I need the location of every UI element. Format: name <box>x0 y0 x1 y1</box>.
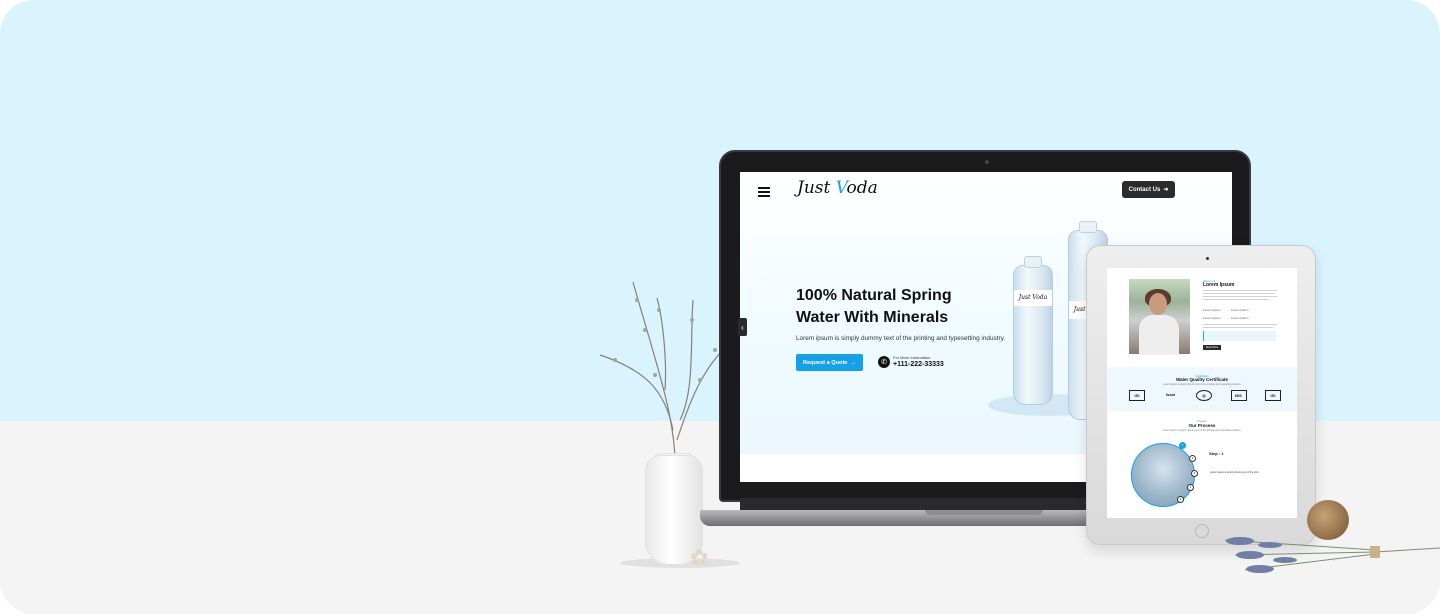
seal-logo: ◎ <box>1196 390 1212 401</box>
tablet-website: About Us Lorem Ipsum Lorem Ipsum Lorem I… <box>1107 268 1297 518</box>
process-title: Our Process <box>1188 423 1216 428</box>
site-logo[interactable]: Just Voda <box>797 178 878 198</box>
process-step-dot[interactable]: 1 <box>1179 442 1186 449</box>
process-image <box>1131 443 1195 507</box>
process-step-dot[interactable]: 3 <box>1191 470 1198 477</box>
certificate-logos: ISI fssai ◎ BIS ISI <box>1129 390 1281 401</box>
hero-title: 100% Natural Spring Water With Minerals <box>796 287 952 326</box>
phone-number[interactable]: +111-222-33333 <box>893 361 944 368</box>
check-item: Lorem Ipsum <box>1203 308 1221 312</box>
bottle-label: Just Voda <box>1014 290 1052 306</box>
succulent-icon: ✿ <box>690 545 709 570</box>
process-step-dot[interactable]: 4 <box>1187 484 1194 491</box>
mockup-scene: ✿ Just Voda Contact Us ➜ 100% Natural Sp… <box>0 0 1440 614</box>
contact-us-label: Contact Us <box>1128 186 1161 193</box>
text-line <box>1203 296 1277 297</box>
phone-icon: ✆ <box>878 356 890 368</box>
certificate-title: Water Quality Certificate <box>1175 377 1229 382</box>
arrow-right-icon: → <box>850 359 857 366</box>
chevron-left-icon[interactable]: ‹ <box>738 318 747 336</box>
isi-logo: ISI <box>1265 390 1281 401</box>
check-item: Lorem Ipsum <box>1203 316 1221 320</box>
check-item: Lorem Ipsum <box>1231 308 1249 312</box>
contact-us-button[interactable]: Contact Us ➜ <box>1122 181 1175 198</box>
fssai-logo: fssai <box>1165 392 1176 397</box>
step-heading: Lorem ipsum is simply dummy text of the … <box>1210 471 1259 474</box>
step-label: Step : 1 <box>1209 451 1224 456</box>
text-line <box>1203 293 1275 294</box>
hero-subtitle: Lorem ipsum is simply dummy text of the … <box>796 335 1006 342</box>
read-more-button[interactable]: Read More <box>1203 345 1221 350</box>
laptop-camera <box>985 160 989 164</box>
text-line <box>1203 299 1269 300</box>
tablet-camera <box>1206 257 1209 260</box>
process-step-dot[interactable]: 5 <box>1177 496 1184 503</box>
tablet-frame: About Us Lorem Ipsum Lorem Ipsum Lorem I… <box>1086 245 1316 545</box>
request-quote-button[interactable]: Request a Quote → <box>796 354 863 371</box>
text-line <box>1203 327 1273 328</box>
request-quote-label: Request a Quote <box>802 359 848 366</box>
arrow-right-icon: ➜ <box>1163 187 1169 193</box>
laptop-notch <box>925 510 1043 515</box>
bis-logo: BIS <box>1230 390 1247 401</box>
about-title: Lorem Ipsum <box>1203 282 1235 288</box>
isi-logo: ISI <box>1129 390 1145 401</box>
bottle-cap <box>1079 221 1097 233</box>
text-line <box>1203 290 1277 291</box>
about-quote <box>1203 331 1276 341</box>
twine-ball <box>1307 500 1349 540</box>
bottle-cap <box>1024 256 1042 268</box>
about-photo <box>1129 279 1190 355</box>
small-bottle: Just Voda <box>1013 256 1053 405</box>
certificate-section <box>1107 367 1297 411</box>
tablet-home-button[interactable] <box>1195 524 1209 538</box>
process-subtitle: Lorem ipsum is simply dummy text of the … <box>1162 429 1242 432</box>
check-item: Lorem Ipsum <box>1231 316 1249 320</box>
process-step-dot[interactable]: 2 <box>1189 455 1196 462</box>
hamburger-icon[interactable] <box>758 187 770 197</box>
text-line <box>1203 324 1277 325</box>
phone-label: For More Information <box>893 355 931 360</box>
certificate-subtitle: Lorem ipsum is simply dummy text of the … <box>1162 383 1242 386</box>
